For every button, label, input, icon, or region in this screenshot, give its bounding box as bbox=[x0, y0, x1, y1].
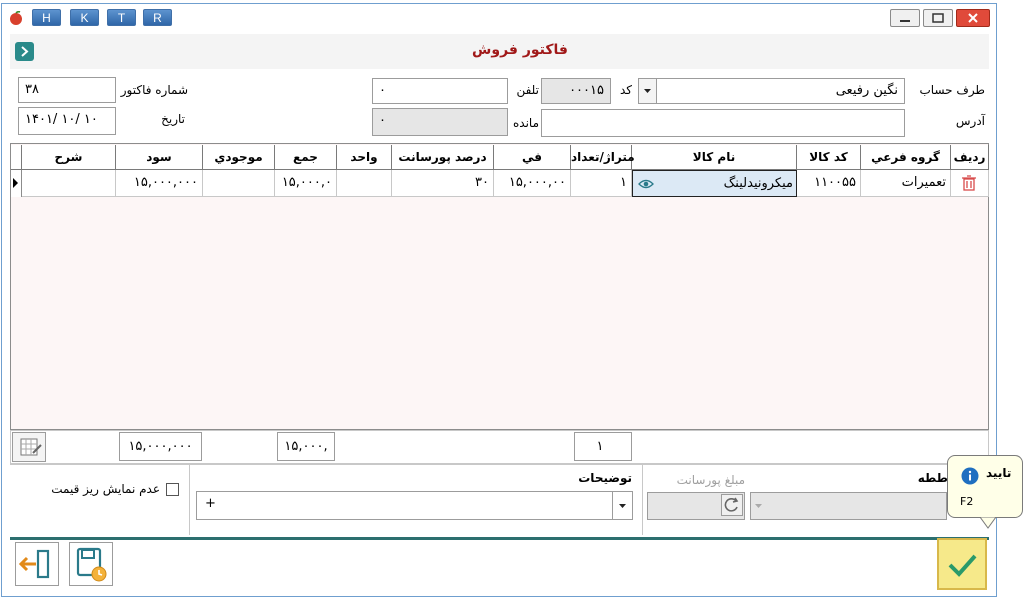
save-later-button[interactable] bbox=[69, 542, 113, 586]
close-button[interactable] bbox=[956, 9, 990, 27]
confirm-tooltip: تایید F2 bbox=[947, 455, 1023, 529]
cell-product-name[interactable]: ميکرونيدلينگ bbox=[632, 170, 797, 197]
invoice-number-field[interactable]: ۳۸ bbox=[18, 77, 116, 103]
minimize-button[interactable] bbox=[890, 9, 920, 27]
phone-field[interactable]: ۰ bbox=[372, 78, 508, 104]
maximize-button[interactable] bbox=[923, 9, 953, 27]
column-header-product-code[interactable]: کد کالا bbox=[797, 145, 861, 170]
account-value: نگین رفیعی bbox=[835, 83, 898, 98]
grid-export-button[interactable] bbox=[12, 432, 46, 462]
partial-select bbox=[750, 492, 947, 520]
partial-dropdown-icon bbox=[752, 494, 766, 518]
cell-product-code[interactable]: ۱۱۰۰۵۵ bbox=[797, 170, 861, 197]
column-header-commission[interactable]: درصد پورسانت bbox=[392, 145, 494, 170]
sum-total: ۱۵,۰۰۰, bbox=[277, 432, 335, 461]
panel-divider-right bbox=[642, 465, 643, 535]
balance-value: ۰ bbox=[379, 113, 386, 128]
toolbar-button-h[interactable]: H bbox=[32, 9, 61, 26]
app-icon bbox=[9, 10, 23, 25]
date-field[interactable]: ۱۴۰۱/ ۱۰/ ۱۰ bbox=[18, 107, 116, 135]
confirm-button[interactable] bbox=[937, 538, 987, 590]
partial-label: ططه bbox=[917, 471, 948, 485]
balance-field: ۰ bbox=[372, 108, 508, 136]
notes-label: توضيحات bbox=[578, 471, 632, 485]
account-select[interactable]: نگین رفیعی bbox=[656, 78, 905, 104]
cell-commission[interactable]: ۳۰ bbox=[392, 170, 494, 197]
form-title: فاکتور فروش bbox=[472, 42, 568, 58]
cell-profit[interactable]: ۱۵,۰۰۰,۰۰۰ bbox=[116, 170, 203, 197]
cell-price[interactable]: ۱۵,۰۰۰,۰۰ bbox=[494, 170, 571, 197]
row-indicator-header bbox=[11, 145, 22, 170]
code-field: ۰۰۰۱۵ bbox=[541, 78, 611, 104]
row-selector[interactable] bbox=[11, 170, 22, 197]
expand-button[interactable] bbox=[15, 42, 34, 61]
column-header-profit[interactable]: سود bbox=[116, 145, 203, 170]
toolbar-button-t[interactable]: T bbox=[107, 9, 136, 26]
bottom-accent-line bbox=[10, 537, 989, 540]
cell-total[interactable]: ۱۵,۰۰۰,۰ bbox=[275, 170, 337, 197]
commission-amount-label: مبلغ پورسانت bbox=[676, 473, 745, 487]
notes-value: + bbox=[205, 496, 216, 511]
hide-price-detail-checkbox[interactable] bbox=[166, 483, 179, 496]
product-name-value: ميکرونيدلينگ bbox=[723, 176, 793, 191]
notes-select[interactable]: + bbox=[196, 491, 633, 520]
panel-divider-left bbox=[189, 465, 190, 535]
column-header-total[interactable]: جمع bbox=[275, 145, 337, 170]
info-icon bbox=[961, 467, 979, 485]
column-header-description[interactable]: شرح bbox=[22, 145, 116, 170]
tooltip-title: تایید bbox=[986, 466, 1012, 480]
quantity-total: ۱ bbox=[574, 432, 632, 461]
refresh-icon[interactable] bbox=[721, 494, 743, 516]
delete-row-cell[interactable] bbox=[951, 170, 989, 197]
account-dropdown-button[interactable] bbox=[638, 78, 657, 104]
panel-divider-top bbox=[10, 464, 989, 465]
address-field[interactable] bbox=[541, 109, 905, 137]
address-label: آدرس bbox=[955, 114, 985, 128]
toolbar-button-r[interactable]: R bbox=[143, 9, 172, 26]
column-header-price[interactable]: في bbox=[494, 145, 571, 170]
toolbar-button-k[interactable]: K bbox=[70, 9, 99, 26]
cell-unit[interactable] bbox=[337, 170, 392, 197]
notes-dropdown-button[interactable] bbox=[612, 492, 632, 519]
exit-button[interactable] bbox=[15, 542, 59, 586]
column-header-product-name[interactable]: نام کالا bbox=[632, 145, 797, 170]
column-header-quantity[interactable]: متراژ/تعداد bbox=[571, 145, 635, 170]
date-label: تاریخ bbox=[161, 112, 185, 126]
invoice-number-label: شماره فاکتور bbox=[120, 83, 188, 97]
column-header-index[interactable]: ردیف bbox=[951, 145, 989, 170]
column-header-unit[interactable]: واحد bbox=[337, 145, 392, 170]
invoice-number-value: ۳۸ bbox=[25, 82, 39, 97]
tooltip-shortcut: F2 bbox=[960, 495, 974, 508]
code-value: ۰۰۰۱۵ bbox=[569, 83, 604, 98]
balance-label: مانده bbox=[512, 116, 539, 130]
cell-quantity[interactable]: ۱ bbox=[571, 170, 632, 197]
cell-description[interactable] bbox=[22, 170, 116, 197]
profit-total: ۱۵,۰۰۰,۰۰۰ bbox=[119, 432, 202, 461]
hide-price-detail-label: عدم نمايش ريز قيمت bbox=[51, 482, 160, 496]
column-header-stock[interactable]: موجودي bbox=[203, 145, 275, 170]
cell-subgroup[interactable]: تعميرات bbox=[861, 170, 951, 197]
column-header-subgroup[interactable]: گروه فرعي bbox=[861, 145, 951, 170]
phone-value: ۰ bbox=[379, 83, 386, 98]
account-label: طرف حساب bbox=[919, 83, 985, 97]
phone-label: تلفن bbox=[516, 83, 539, 97]
date-value: ۱۴۰۱/ ۱۰/ ۱۰ bbox=[25, 112, 98, 127]
eye-icon[interactable] bbox=[638, 171, 654, 196]
cell-stock[interactable] bbox=[203, 170, 275, 197]
